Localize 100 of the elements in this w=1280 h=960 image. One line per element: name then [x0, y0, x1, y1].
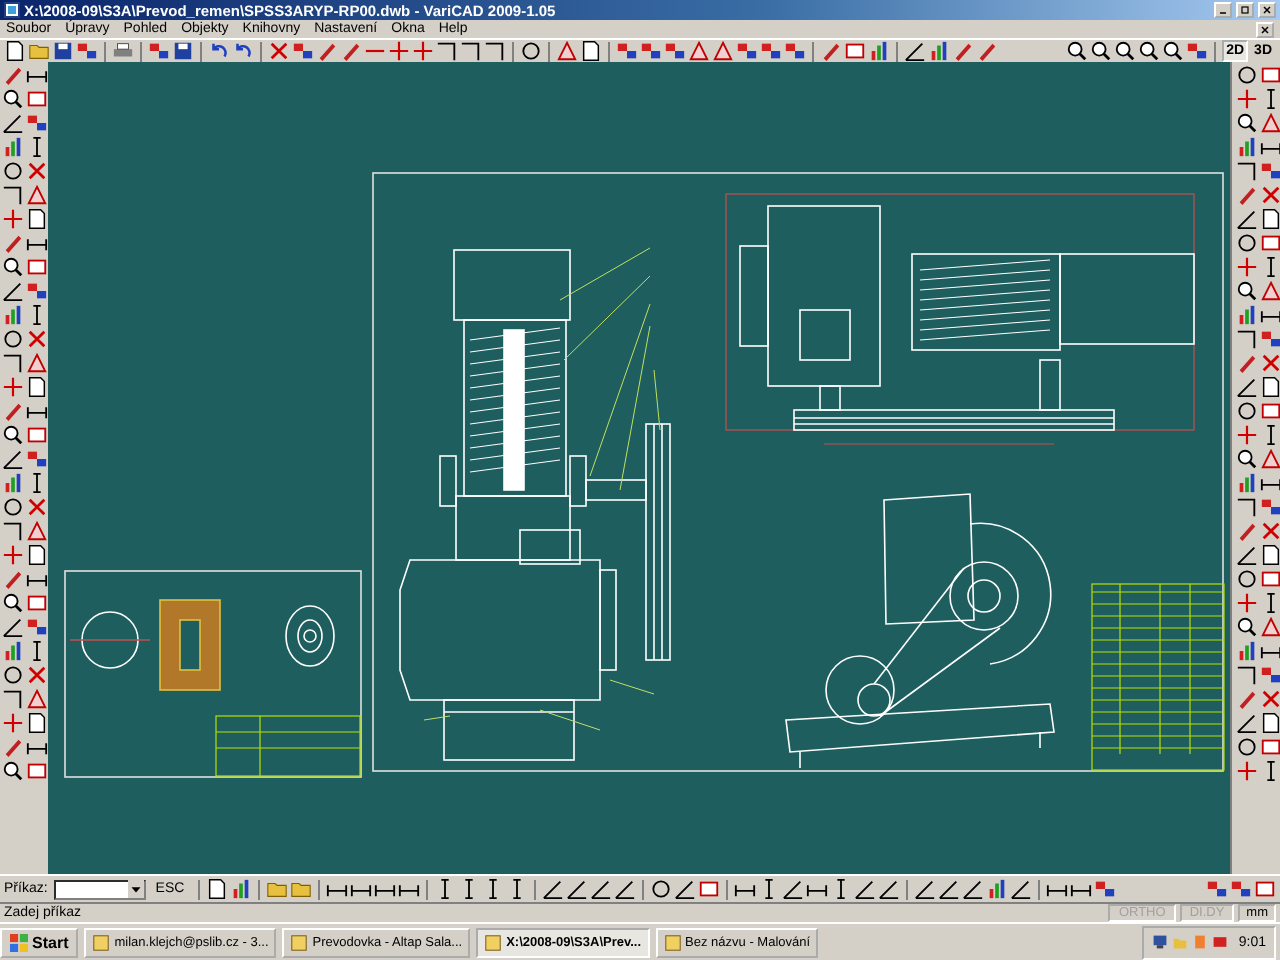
- circle-icon[interactable]: [1236, 64, 1258, 86]
- frame-icon[interactable]: [1260, 232, 1280, 254]
- folder-icon[interactable]: [28, 40, 50, 62]
- frame-icon[interactable]: [26, 592, 48, 614]
- page-icon[interactable]: [26, 376, 48, 398]
- blocks-icon[interactable]: [1186, 40, 1209, 62]
- close-icon[interactable]: [1256, 21, 1274, 37]
- window-icon[interactable]: [290, 933, 309, 951]
- cross-icon[interactable]: [1260, 352, 1280, 374]
- corner-icon[interactable]: [460, 40, 482, 62]
- zoom-icon[interactable]: [1114, 40, 1137, 62]
- zoom-icon[interactable]: [2, 256, 24, 278]
- folder-icon[interactable]: [290, 878, 313, 900]
- blocks-icon[interactable]: [26, 616, 48, 638]
- cross-icon[interactable]: [26, 664, 48, 686]
- zoom-icon[interactable]: [1236, 112, 1258, 134]
- plus-icon[interactable]: [388, 40, 410, 62]
- triangle-icon[interactable]: [1260, 112, 1280, 134]
- plus-icon[interactable]: [1236, 256, 1258, 278]
- frame-icon[interactable]: [1260, 568, 1280, 590]
- bars-icon[interactable]: [230, 878, 253, 900]
- angle-icon[interactable]: [938, 878, 961, 900]
- corner-icon[interactable]: [436, 40, 458, 62]
- pencil-icon[interactable]: [1236, 688, 1258, 710]
- cross-icon[interactable]: [26, 160, 48, 182]
- page-icon[interactable]: [1260, 712, 1280, 734]
- bars-icon[interactable]: [1236, 136, 1258, 158]
- blocks-icon[interactable]: [1230, 878, 1252, 900]
- angle-icon[interactable]: [904, 40, 926, 62]
- command-field[interactable]: [53, 879, 146, 899]
- bars-icon[interactable]: [868, 40, 890, 62]
- angle-icon[interactable]: [854, 878, 877, 900]
- triangle-icon[interactable]: [1260, 448, 1280, 470]
- blocks-icon[interactable]: [148, 40, 170, 62]
- triangle-icon[interactable]: [688, 40, 710, 62]
- bars-icon[interactable]: [2, 472, 24, 494]
- window-icon[interactable]: [92, 933, 111, 951]
- corner-icon[interactable]: [1236, 664, 1258, 686]
- window-icon[interactable]: [663, 933, 682, 951]
- pencil-icon[interactable]: [2, 232, 24, 254]
- circle-icon[interactable]: [1236, 232, 1258, 254]
- blocks-icon[interactable]: [736, 40, 758, 62]
- corner-icon[interactable]: [2, 688, 24, 710]
- plus-icon[interactable]: [2, 544, 24, 566]
- undo-icon[interactable]: [208, 40, 230, 62]
- blocks-icon[interactable]: [1094, 878, 1117, 900]
- folder-icon[interactable]: [266, 878, 289, 900]
- bars-icon[interactable]: [1236, 472, 1258, 494]
- close-icon[interactable]: [1258, 2, 1276, 18]
- plus-icon[interactable]: [1236, 88, 1258, 110]
- page-icon[interactable]: [26, 712, 48, 734]
- page-icon[interactable]: [206, 878, 229, 900]
- pencil-icon[interactable]: [2, 736, 24, 758]
- frame-icon[interactable]: [26, 760, 48, 782]
- zoom-icon[interactable]: [1162, 40, 1185, 62]
- minimize-icon[interactable]: [1214, 2, 1232, 18]
- bars-icon[interactable]: [2, 640, 24, 662]
- angle-icon[interactable]: [782, 878, 805, 900]
- triangle-icon[interactable]: [26, 520, 48, 542]
- angle-icon[interactable]: [542, 878, 565, 900]
- circle-icon[interactable]: [2, 328, 24, 350]
- pencil-icon[interactable]: [2, 64, 24, 86]
- angle-icon[interactable]: [566, 878, 589, 900]
- pencil-icon[interactable]: [2, 400, 24, 422]
- angle-icon[interactable]: [1236, 208, 1258, 230]
- page-icon[interactable]: [1260, 544, 1280, 566]
- angle-icon[interactable]: [878, 878, 901, 900]
- monitor-icon[interactable]: [1152, 934, 1169, 950]
- triangle-icon[interactable]: [26, 352, 48, 374]
- plus-icon[interactable]: [412, 40, 434, 62]
- plus-icon[interactable]: [1236, 592, 1258, 614]
- start-button[interactable]: Start: [0, 927, 79, 957]
- frame-icon[interactable]: [26, 424, 48, 446]
- bars-icon[interactable]: [2, 136, 24, 158]
- angle-icon[interactable]: [1236, 376, 1258, 398]
- blocks-icon[interactable]: [1260, 664, 1280, 686]
- plus-icon[interactable]: [2, 208, 24, 230]
- cross-icon[interactable]: [26, 328, 48, 350]
- corner-icon[interactable]: [484, 40, 506, 62]
- triangle-icon[interactable]: [1260, 280, 1280, 302]
- zoom-icon[interactable]: [1236, 280, 1258, 302]
- bars-icon[interactable]: [1236, 304, 1258, 326]
- cross-icon[interactable]: [1260, 520, 1280, 542]
- drawing-canvas[interactable]: [48, 62, 1230, 874]
- flag-icon[interactable]: [10, 933, 28, 951]
- frame-icon[interactable]: [1254, 878, 1276, 900]
- circle-icon[interactable]: [2, 664, 24, 686]
- plus-icon[interactable]: [2, 376, 24, 398]
- triangle-icon[interactable]: [26, 184, 48, 206]
- page-icon[interactable]: [26, 208, 48, 230]
- zoom-icon[interactable]: [2, 88, 24, 110]
- blocks-icon[interactable]: [784, 40, 806, 62]
- circle-icon[interactable]: [2, 160, 24, 182]
- plus-icon[interactable]: [2, 712, 24, 734]
- blocks-icon[interactable]: [616, 40, 638, 62]
- pencil-icon[interactable]: [1236, 184, 1258, 206]
- frame-icon[interactable]: [26, 88, 48, 110]
- pencil-icon[interactable]: [1236, 352, 1258, 374]
- blocks-icon[interactable]: [640, 40, 662, 62]
- page-icon[interactable]: [1260, 208, 1280, 230]
